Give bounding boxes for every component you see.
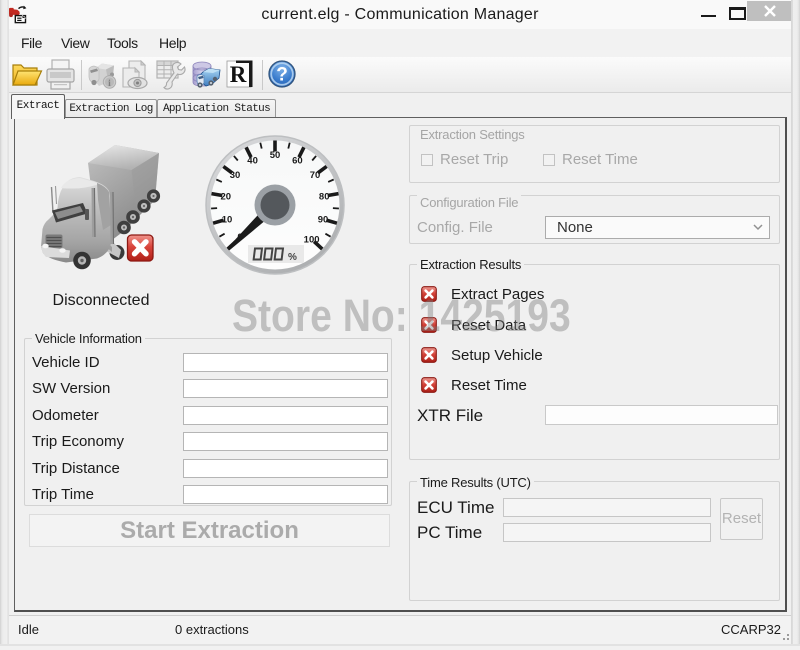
svg-text:10: 10 [222,214,233,225]
svg-text:70: 70 [310,170,321,181]
svg-text:i: i [108,79,111,89]
svg-text:30: 30 [230,170,241,181]
svg-text:20: 20 [221,191,232,202]
svg-text:%: % [288,252,297,263]
svg-text:R: R [230,62,247,87]
svg-text:0: 0 [237,232,242,243]
svg-text:80: 80 [319,191,330,202]
svg-text:50: 50 [270,150,281,161]
svg-text:60: 60 [292,156,303,167]
svg-text:90: 90 [318,214,329,225]
svg-text:100: 100 [304,234,320,245]
svg-text:?: ? [276,65,288,86]
svg-text:40: 40 [247,156,258,167]
